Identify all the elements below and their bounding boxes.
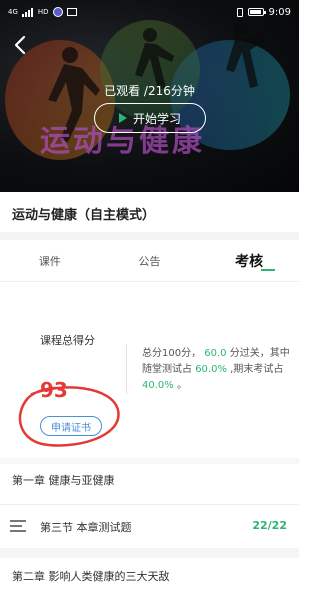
tab-assessment[interactable]: 考核 bbox=[199, 240, 299, 281]
chapter-heading[interactable]: 第二章 影响人类健康的三大天敌 bbox=[12, 568, 170, 584]
section-divider bbox=[0, 458, 299, 464]
tab-announcements[interactable]: 公告 bbox=[100, 240, 200, 281]
section-divider bbox=[0, 232, 299, 240]
section-row[interactable]: 第三节 本章测试题 22/22 bbox=[0, 506, 299, 546]
clock: 9:09 bbox=[268, 6, 291, 18]
course-title: 运动与健康（自主模式） bbox=[12, 208, 156, 223]
active-tab-indicator bbox=[261, 269, 276, 271]
app-notification-icon bbox=[52, 7, 63, 17]
tab-bar: 课件 公告 考核 bbox=[0, 240, 299, 282]
back-arrow-icon[interactable] bbox=[10, 34, 32, 56]
tab-courseware[interactable]: 课件 bbox=[0, 240, 100, 281]
quiz-percentage: 60.0% bbox=[195, 364, 227, 375]
pass-score: 60.0 bbox=[204, 348, 227, 359]
total-score-value: 93 bbox=[40, 378, 68, 402]
rules-part-1: 总分100分， bbox=[142, 348, 202, 359]
signal-icon bbox=[21, 7, 34, 17]
image-icon bbox=[66, 8, 77, 16]
final-percentage: 40.0% bbox=[142, 380, 174, 391]
chapter-heading[interactable]: 第一章 健康与亚健康 bbox=[12, 472, 115, 488]
tab-label: 公告 bbox=[138, 254, 161, 268]
network-tag: 4G bbox=[8, 7, 18, 16]
status-bar: 4G HD 9:09 bbox=[0, 0, 299, 24]
battery-icon bbox=[247, 8, 266, 16]
row-divider bbox=[0, 504, 299, 505]
rules-part-4: 。 bbox=[176, 380, 187, 391]
apply-certificate-button[interactable]: 申请证书 bbox=[40, 416, 102, 436]
network-tag-2: HD bbox=[37, 7, 49, 16]
tab-label: 考核 bbox=[235, 253, 264, 270]
section-progress-count: 22/22 bbox=[252, 519, 287, 532]
section-divider bbox=[0, 548, 299, 558]
start-learning-button[interactable]: 开始学习 bbox=[94, 103, 206, 133]
tab-label: 课件 bbox=[38, 254, 61, 268]
play-icon bbox=[118, 113, 127, 123]
section-title: 第三节 本章测试题 bbox=[40, 521, 132, 534]
scoring-rules-text: 总分100分， 60.0 分过关，其中随堂测试占 60.0% ,期末考试占 40… bbox=[142, 346, 290, 394]
list-icon bbox=[10, 520, 26, 532]
start-learning-label: 开始学习 bbox=[132, 111, 181, 126]
watched-progress: 已观看 /216分钟 bbox=[104, 84, 195, 98]
vertical-divider bbox=[126, 344, 127, 394]
vibrate-icon bbox=[236, 7, 243, 17]
rules-part-3: ,期末考试占 bbox=[230, 364, 284, 375]
total-score-label: 课程总得分 bbox=[40, 334, 95, 347]
